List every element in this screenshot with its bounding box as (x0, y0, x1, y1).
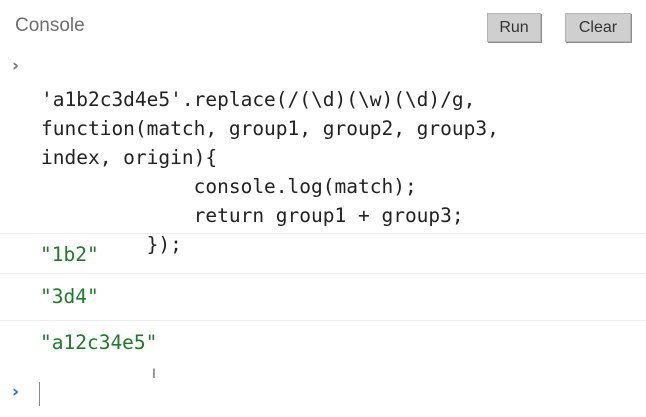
divider (0, 233, 646, 234)
output-line: "3d4" (40, 285, 99, 308)
code-entry: 'a1b2c3d4e5'.replace(/(\d)(\w)(\d)/g, fun… (41, 56, 499, 288)
run-button[interactable]: Run (487, 13, 541, 42)
console-title: Console (15, 15, 85, 36)
code-line: }); (41, 233, 182, 256)
console-input[interactable] (39, 382, 40, 406)
output-line: "1b2" (40, 243, 99, 266)
clear-button[interactable]: Clear (565, 13, 631, 42)
input-chevron-icon: › (12, 56, 20, 76)
code-line: 'a1b2c3d4e5'.replace(/(\d)(\w)(\d)/g, (41, 88, 476, 111)
code-line: return group1 + group3; (41, 204, 464, 227)
divider (0, 320, 646, 321)
text-cursor-icon: I (152, 365, 156, 381)
code-line: function(match, group1, group2, group3, (41, 117, 499, 140)
code-line: index, origin){ (41, 146, 218, 169)
divider (0, 273, 646, 274)
prompt-chevron-icon: › (12, 382, 20, 402)
code-line: console.log(match); (41, 175, 417, 198)
output-line: "a12c34e5" (40, 331, 158, 354)
